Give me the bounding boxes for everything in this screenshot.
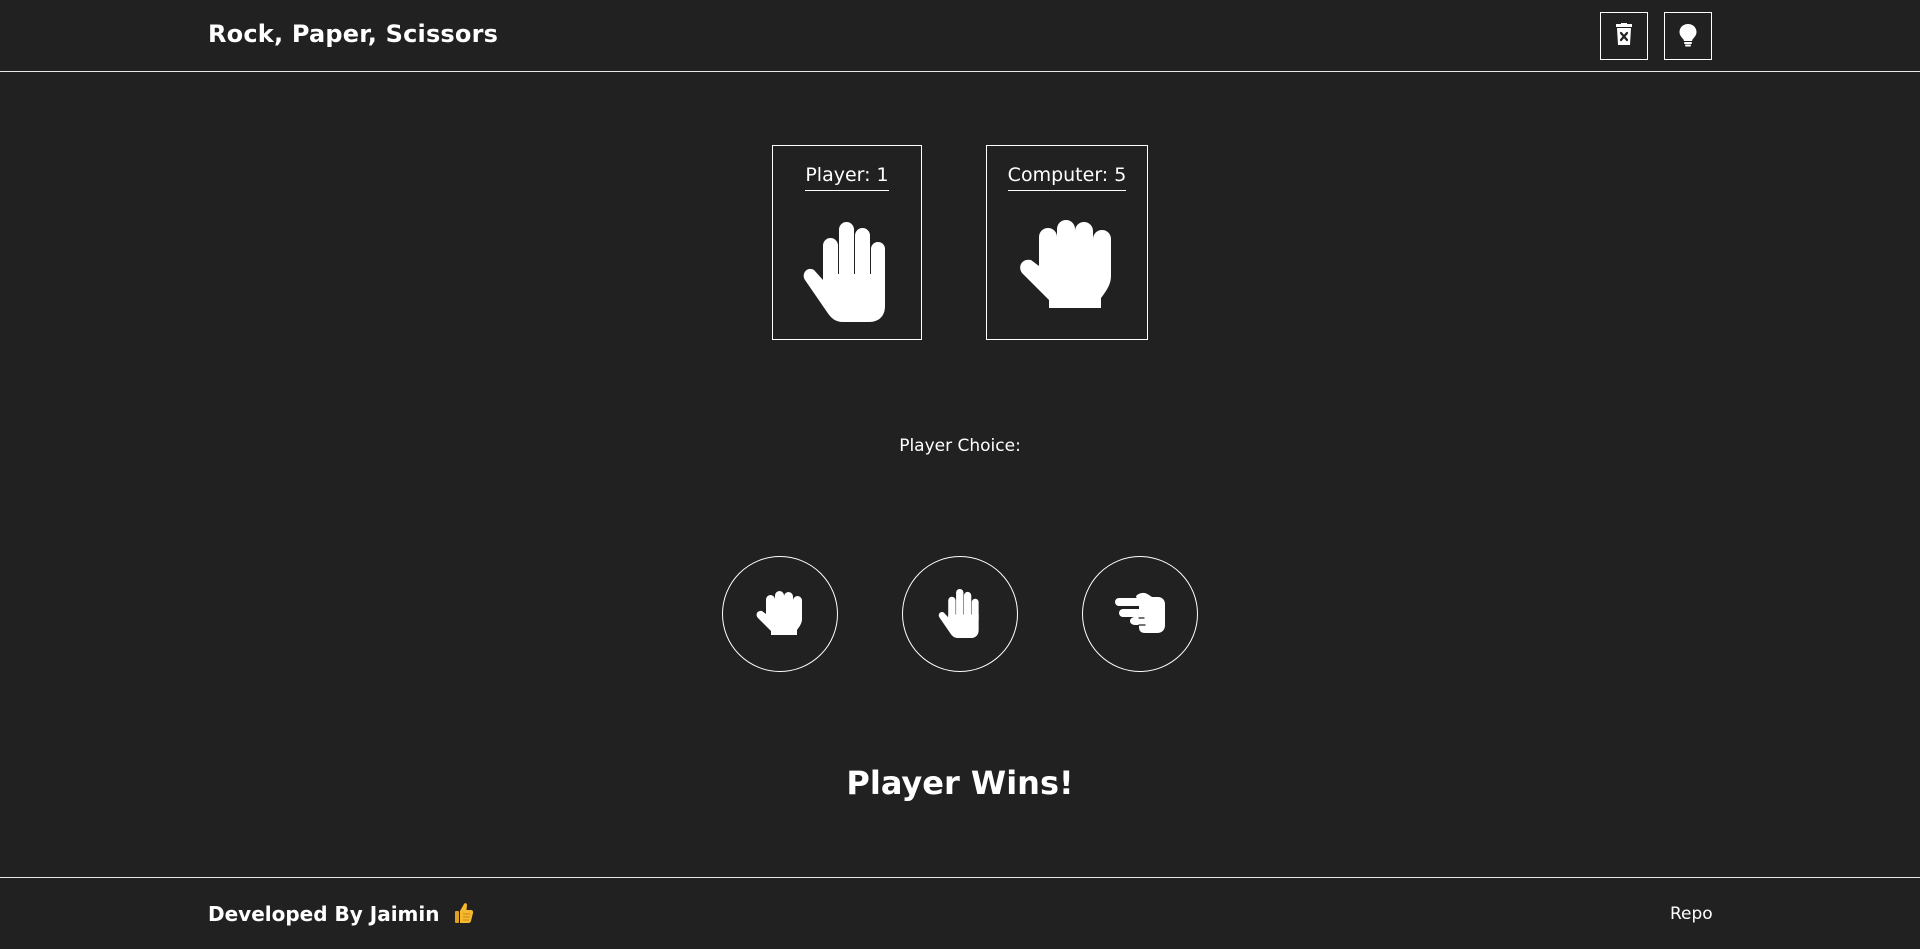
player-score-card: Player: 1 xyxy=(772,145,922,340)
thumbs-up-icon xyxy=(454,902,474,929)
reset-button[interactable] xyxy=(1600,12,1648,60)
computer-score-label: Computer: 5 xyxy=(1007,164,1127,191)
app-footer: Developed By Jaimin Repo xyxy=(0,877,1920,949)
hint-button[interactable] xyxy=(1664,12,1712,60)
footer-credit: Developed By Jaimin xyxy=(208,902,474,929)
hand-rock-icon xyxy=(754,590,806,639)
computer-score-card: Computer: 5 xyxy=(986,145,1148,340)
scissors-button[interactable] xyxy=(1082,556,1198,672)
trash-x-icon xyxy=(1613,22,1635,50)
paper-button[interactable] xyxy=(902,556,1018,672)
hand-paper-icon xyxy=(801,218,893,328)
hand-rock-icon xyxy=(1015,218,1119,314)
repo-link[interactable]: Repo xyxy=(1670,904,1713,924)
hand-scissors-icon xyxy=(1114,591,1166,638)
lightbulb-icon xyxy=(1677,23,1699,50)
player-score-label: Player: 1 xyxy=(805,164,889,191)
rock-button[interactable] xyxy=(722,556,838,672)
app-title: Rock, Paper, Scissors xyxy=(208,20,499,48)
hand-paper-icon xyxy=(937,587,983,642)
credit-text: Developed By Jaimin xyxy=(208,902,440,926)
result-message: Player Wins! xyxy=(846,764,1074,802)
player-choice-label: Player Choice: xyxy=(899,436,1021,456)
app-header: Rock, Paper, Scissors xyxy=(0,0,1920,72)
